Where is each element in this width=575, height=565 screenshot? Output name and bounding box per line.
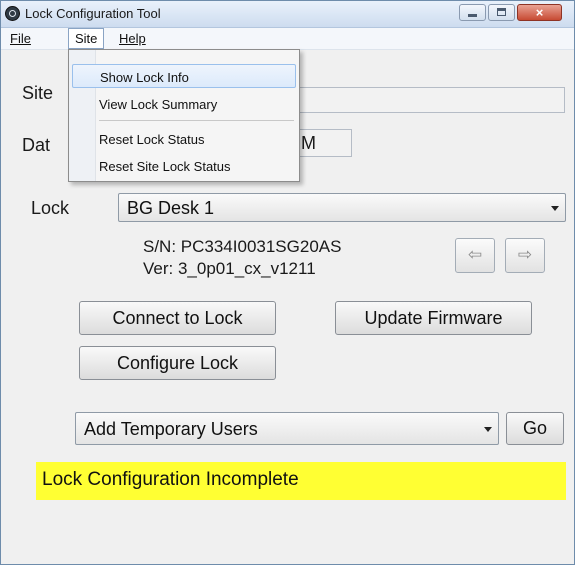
lock-select[interactable]: BG Desk 1 [118,193,566,222]
site-field [291,87,565,113]
menu-item-reset-lock-status[interactable]: Reset Lock Status [72,127,296,151]
close-icon: × [535,5,544,20]
app-window: Lock Configuration Tool × File Site Help… [0,0,575,565]
chevron-down-icon [551,206,559,211]
lock-label: Lock [31,198,70,218]
go-button[interactable]: Go [506,412,564,445]
title-bar[interactable]: Lock Configuration Tool × [1,1,574,28]
left-arrow-icon: ⇦ [467,245,483,264]
menu-bar: File Site Help [1,28,574,50]
next-lock-button[interactable]: ⇨ [505,238,545,273]
menu-separator [99,120,294,121]
window-title: Lock Configuration Tool [25,6,161,21]
date-value: M [301,133,316,153]
minimize-button[interactable] [459,4,486,21]
menu-file[interactable]: File [4,28,37,49]
action-select[interactable]: Add Temporary Users [75,412,499,445]
app-lock-icon [5,6,20,21]
menu-item-reset-site-lock-status[interactable]: Reset Site Lock Status [72,154,296,178]
action-selected-value: Add Temporary Users [84,419,258,439]
right-arrow-icon: ⇨ [517,245,533,264]
date-label: Dat [22,135,51,155]
menu-help[interactable]: Help [113,28,152,49]
menu-item-show-lock-info[interactable]: Show Lock Info [72,64,296,88]
menu-item-label: Show Lock Info [100,70,189,85]
connect-to-lock-button[interactable]: Connect to Lock [79,301,276,335]
status-banner: Lock Configuration Incomplete [36,462,566,500]
menu-site[interactable]: Site [68,28,105,49]
prev-lock-button[interactable]: ⇦ [455,238,495,273]
close-button[interactable]: × [517,4,562,21]
menu-item-label: View Lock Summary [99,97,218,112]
update-firmware-button[interactable]: Update Firmware [335,301,532,335]
lock-selected-value: BG Desk 1 [127,198,215,218]
site-label: Site [22,83,54,103]
chevron-down-icon [484,427,492,432]
menu-item-label: Reset Lock Status [99,132,205,147]
site-dropdown-menu: Show Lock Info View Lock Summary Reset L… [68,49,300,182]
menu-item-view-lock-summary[interactable]: View Lock Summary [72,92,296,116]
firmware-version: Ver: 3_0p01_cx_v1211 [143,259,316,278]
menu-item-label: Reset Site Lock Status [99,159,231,174]
status-text: Lock Configuration Incomplete [42,469,299,490]
configure-lock-button[interactable]: Configure Lock [79,346,276,380]
serial-number: S/N: PC334I0031SG20AS [143,237,342,256]
maximize-button[interactable] [488,4,515,21]
